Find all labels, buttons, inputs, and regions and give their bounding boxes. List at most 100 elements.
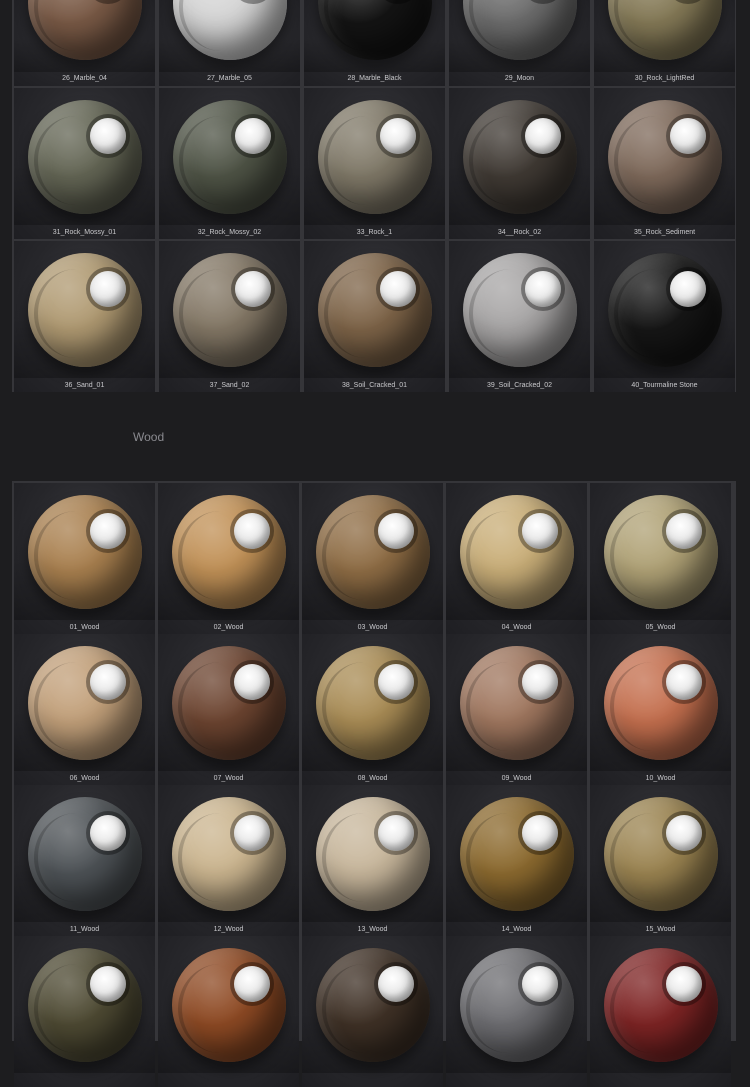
material-label: 38_Soil_Cracked_01 [342, 382, 407, 389]
material-label: 32_Rock_Mossy_02 [197, 229, 262, 236]
sphere-groove [469, 0, 553, 51]
material-thumbnail[interactable] [14, 936, 155, 1087]
material-label: 26_Marble_04 [62, 75, 107, 82]
material-thumbnail[interactable]: 12_Wood [158, 785, 299, 936]
material-label: 13_Wood [357, 926, 388, 933]
material-thumbnail[interactable]: 39_Soil_Cracked_02 [449, 241, 590, 392]
chrome-ball [234, 118, 271, 154]
chrome-ball [377, 513, 414, 549]
chrome-ball [233, 966, 270, 1002]
material-thumbnail[interactable] [302, 936, 443, 1087]
chrome-ball [233, 513, 270, 549]
material-thumbnail[interactable]: 03_Wood [302, 483, 443, 634]
material-thumbnail[interactable]: 08_Wood [302, 634, 443, 785]
material-thumbnail[interactable]: 26_Marble_04 [14, 0, 155, 86]
material-thumbnail[interactable]: 28_Marble_Black [304, 0, 445, 86]
material-sphere [27, 495, 142, 609]
chrome-ball [521, 815, 558, 851]
material-thumbnail[interactable]: 34__Rock_02 [449, 88, 590, 239]
section-title-wood: Wood [133, 430, 165, 444]
material-label: 04_Wood [501, 624, 532, 631]
material-sphere [315, 948, 430, 1062]
chrome-ball [89, 966, 126, 1002]
material-thumbnail[interactable] [590, 936, 731, 1087]
chrome-ball [524, 271, 561, 307]
chrome-ball [89, 664, 126, 700]
chrome-ball [521, 966, 558, 1002]
material-sphere [27, 100, 142, 214]
material-label: 09_Wood [501, 775, 532, 782]
material-label: 39_Soil_Cracked_02 [487, 382, 552, 389]
chrome-ball [379, 118, 416, 154]
stone-materials-grid: 26_Marble_04 27_Marble_05 28_Marble_Black 2… [12, 0, 736, 392]
material-thumbnail[interactable]: 07_Wood [158, 634, 299, 785]
material-sphere [315, 797, 430, 911]
material-thumbnail[interactable]: 06_Wood [14, 634, 155, 785]
material-label: 14_Wood [501, 926, 532, 933]
material-thumbnail[interactable]: 09_Wood [446, 634, 587, 785]
material-thumbnail[interactable]: 27_Marble_05 [159, 0, 300, 86]
material-sphere [459, 495, 574, 609]
material-thumbnail[interactable]: 10_Wood [590, 634, 731, 785]
material-thumbnail[interactable]: 35_Rock_Sediment [594, 88, 735, 239]
chrome-ball [379, 271, 416, 307]
material-label: 10_Wood [645, 775, 676, 782]
material-label: 01_Wood [69, 624, 100, 631]
material-sphere [315, 646, 430, 760]
material-sphere [603, 797, 718, 911]
sphere-groove [179, 0, 263, 51]
material-sphere [27, 797, 142, 911]
material-thumbnail[interactable]: 01_Wood [14, 483, 155, 634]
material-sphere [607, 100, 722, 214]
material-sphere [172, 253, 287, 367]
material-label: 15_Wood [645, 926, 676, 933]
chrome-ball [665, 815, 702, 851]
material-sphere [171, 646, 286, 760]
material-thumbnail[interactable]: 31_Rock_Mossy_01 [14, 88, 155, 239]
material-sphere [317, 100, 432, 214]
material-label: 06_Wood [69, 775, 100, 782]
material-label: 12_Wood [213, 926, 244, 933]
chrome-ball [233, 815, 270, 851]
material-thumbnail[interactable]: 40_Tourmaline Stone [594, 241, 735, 392]
material-label: 08_Wood [357, 775, 388, 782]
material-label: 31_Rock_Mossy_01 [52, 229, 117, 236]
material-sphere [27, 948, 142, 1062]
material-thumbnail[interactable]: 05_Wood [590, 483, 731, 634]
material-thumbnail[interactable]: 04_Wood [446, 483, 587, 634]
material-thumbnail[interactable]: 37_Sand_02 [159, 241, 300, 392]
chrome-ball [233, 664, 270, 700]
material-thumbnail[interactable]: 15_Wood [590, 785, 731, 936]
material-sphere [171, 495, 286, 609]
material-thumbnail[interactable]: 32_Rock_Mossy_02 [159, 88, 300, 239]
material-thumbnail[interactable]: 36_Sand_01 [14, 241, 155, 392]
material-label: 30_Rock_LightRed [634, 75, 695, 82]
material-thumbnail[interactable]: 30_Rock_LightRed [594, 0, 735, 86]
material-thumbnail[interactable] [158, 936, 299, 1087]
chrome-ball [377, 966, 414, 1002]
material-sphere [27, 253, 142, 367]
chrome-ball [665, 966, 702, 1002]
material-sphere [459, 797, 574, 911]
material-sphere [315, 495, 430, 609]
material-sphere [171, 797, 286, 911]
material-thumbnail[interactable]: 38_Soil_Cracked_01 [304, 241, 445, 392]
material-thumbnail[interactable]: 02_Wood [158, 483, 299, 634]
chrome-ball [521, 664, 558, 700]
material-sphere [607, 253, 722, 367]
chrome-ball [89, 118, 126, 154]
chrome-ball [234, 271, 271, 307]
chrome-ball [377, 815, 414, 851]
material-label: 03_Wood [357, 624, 388, 631]
material-thumbnail[interactable]: 11_Wood [14, 785, 155, 936]
material-sphere [27, 646, 142, 760]
material-thumbnail[interactable]: 13_Wood [302, 785, 443, 936]
material-thumbnail[interactable]: 14_Wood [446, 785, 587, 936]
chrome-ball [524, 118, 561, 154]
chrome-ball [89, 815, 126, 851]
material-label: 28_Marble_Black [347, 75, 402, 82]
material-thumbnail[interactable]: 33_Rock_1 [304, 88, 445, 239]
material-thumbnail[interactable] [446, 936, 587, 1087]
material-sphere [459, 948, 574, 1062]
material-thumbnail[interactable]: 29_Moon [449, 0, 590, 86]
